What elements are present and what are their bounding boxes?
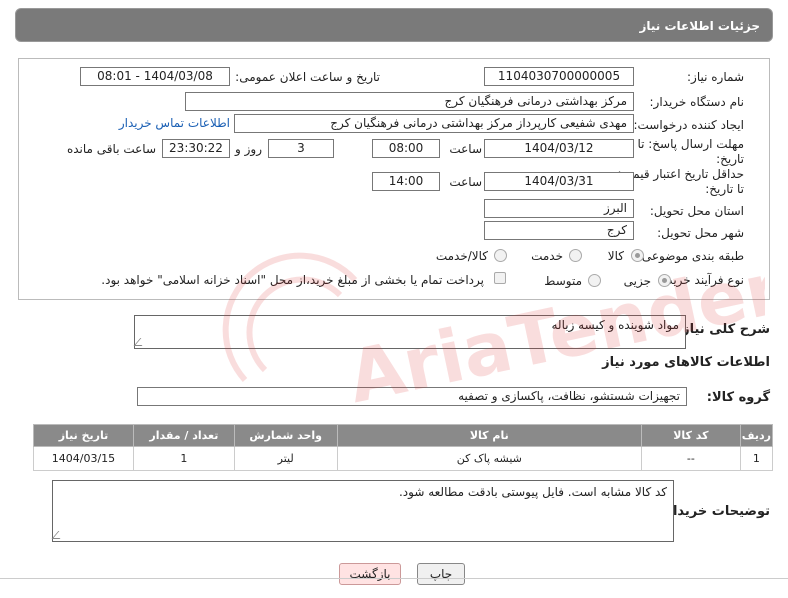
purchase-type-minor-label: جزیی (623, 274, 651, 288)
delivery-city-label: شهر محل تحویل: (657, 226, 744, 240)
price-validity-time-field[interactable]: 14:00 (372, 172, 440, 191)
remaining-time-label: ساعت باقی مانده (66, 142, 156, 156)
cell-code: -- (640, 446, 741, 471)
cell-row: 1 (739, 446, 774, 471)
category-goods-label: کالا (607, 249, 624, 263)
announce-datetime-label: تاریخ و ساعت اعلان عمومی: (235, 70, 380, 84)
goods-table: ردیف کد کالا نام کالا واحد شمارش تعداد /… (33, 424, 774, 471)
requester-field[interactable]: مهدی شفیعی کارپرداز مرکز بهداشتی درمانی … (234, 114, 634, 133)
category-goods-radio[interactable] (631, 249, 644, 262)
buyer-org-field[interactable]: مرکز بهداشتی درمانی فرهنگیان کرج (185, 92, 634, 111)
col-header-row: ردیف (739, 424, 774, 447)
category-label: طبقه بندی موضوعی: (637, 249, 744, 263)
need-number-label: شماره نیاز: (687, 70, 744, 84)
announce-datetime-field[interactable]: 1404/03/08 - 08:01 (80, 67, 230, 86)
buyer-contact-link[interactable]: اطلاعات تماس خریدار (119, 116, 230, 130)
description-textarea[interactable]: مواد شوینده و کیسه زباله (133, 315, 686, 349)
page-header: جزئیات اطلاعات نیاز (15, 8, 773, 42)
price-validity-date-field[interactable]: 1404/03/31 (484, 172, 634, 191)
cell-qty: 1 (132, 446, 235, 471)
requester-label: ایجاد کننده درخواست: (633, 118, 744, 132)
reply-deadline-date-field[interactable]: 1404/03/12 (484, 139, 634, 158)
table-row[interactable]: 1 -- شیشه پاک کن لیتر 1 1404/03/15 (33, 446, 774, 471)
goods-section-title: اطلاعات کالاهای مورد نیاز (602, 355, 770, 370)
back-button[interactable]: بازگشت (339, 563, 401, 585)
price-validity-time-label: ساعت (449, 175, 482, 189)
col-header-unit: واحد شمارش (233, 424, 338, 447)
reply-deadline-time-label: ساعت (449, 142, 482, 156)
description-label: شرح کلی نیاز: (676, 322, 770, 337)
reply-deadline-label-2: تاریخ: (716, 152, 744, 166)
delivery-city-field[interactable]: کرج (484, 221, 634, 240)
cell-date: 1404/03/15 (33, 446, 134, 471)
delivery-province-label: استان محل تحویل: (649, 204, 744, 218)
buyer-notes-textarea[interactable]: کد کالا مشابه است. فایل پیوستی بادقت مطا… (51, 480, 674, 542)
print-button[interactable]: چاپ (417, 563, 465, 585)
need-number-field[interactable]: 1104030700000005 (484, 67, 634, 86)
category-goods-service-radio[interactable] (494, 249, 507, 262)
goods-group-field[interactable]: تجهیزات شستشو، نظافت، پاکسازی و تصفیه (137, 387, 687, 406)
col-header-name: نام کالا (336, 424, 642, 447)
category-service-label: خدمت (531, 249, 563, 263)
resize-grip-icon[interactable] (51, 531, 67, 539)
resize-grip-icon[interactable] (133, 338, 149, 346)
col-header-qty: تعداد / مقدار (132, 424, 235, 447)
buyer-org-label: نام دستگاه خریدار: (649, 95, 745, 109)
buyer-notes-label: توضیحات خریدار: (660, 504, 770, 519)
purchase-type-minor-radio[interactable] (658, 274, 671, 287)
buyer-notes-text: کد کالا مشابه است. فایل پیوستی بادقت مطا… (398, 485, 667, 499)
col-header-code: کد کالا (640, 424, 741, 447)
price-validity-label-1: حداقل تاریخ اعتبار قیمت: (617, 167, 744, 181)
reply-deadline-time-field[interactable]: 08:00 (372, 139, 440, 158)
remaining-time-field[interactable]: 23:30:22 (162, 139, 230, 158)
purchase-type-medium-radio[interactable] (588, 274, 601, 287)
cell-name: شیشه پاک کن (336, 446, 642, 471)
treasury-payment-checkbox[interactable] (494, 272, 506, 284)
page-title: جزئیات اطلاعات نیاز (639, 19, 760, 33)
reply-deadline-label-1: مهلت ارسال پاسخ: تا (637, 137, 744, 151)
purchase-type-label: نوع فرآیند خرید : (659, 273, 744, 287)
col-header-date: تاریخ نیاز (33, 424, 134, 447)
description-text: مواد شوینده و کیسه زباله (551, 318, 679, 332)
footer-divider (0, 578, 788, 579)
treasury-payment-note: پرداخت تمام یا بخشی از مبلغ خرید،از محل … (101, 273, 484, 287)
delivery-province-field[interactable]: البرز (484, 199, 634, 218)
price-validity-label-2: تا تاریخ: (705, 182, 744, 196)
reply-days-field[interactable]: 3 (268, 139, 334, 158)
reply-days-label: روز و (235, 142, 262, 156)
goods-group-label: گروه کالا: (706, 390, 770, 405)
purchase-type-medium-label: متوسط (544, 274, 582, 288)
category-service-radio[interactable] (569, 249, 582, 262)
category-goods-service-label: کالا/خدمت (435, 249, 488, 263)
cell-unit: لیتر (233, 446, 338, 471)
